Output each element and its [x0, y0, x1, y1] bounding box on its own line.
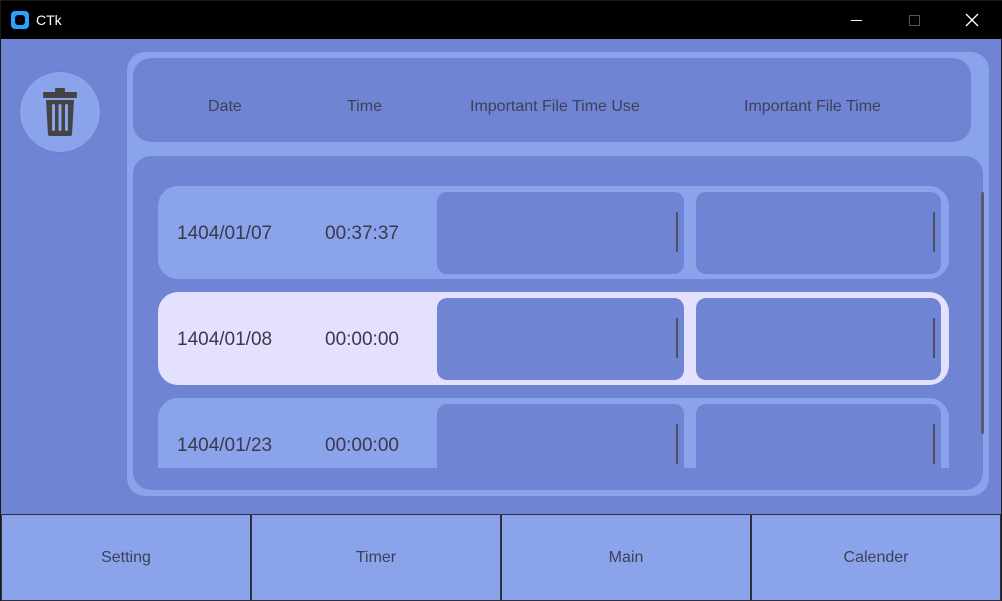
- row-time: 00:37:37: [325, 223, 399, 244]
- window-title: CTk: [36, 12, 62, 28]
- maximize-icon: [908, 14, 920, 26]
- important-file-time-use-field[interactable]: [437, 192, 684, 274]
- table-header: Date Time Important File Time Use Import…: [133, 58, 971, 142]
- important-file-time-field[interactable]: [696, 298, 941, 380]
- close-icon: [965, 13, 979, 27]
- nav-main-button[interactable]: Main: [501, 514, 751, 601]
- close-button[interactable]: [943, 1, 1001, 39]
- table-row[interactable]: 1404/01/07 00:37:37: [158, 186, 949, 279]
- header-important-file-time: Important File Time: [744, 98, 881, 115]
- delete-button[interactable]: [19, 71, 101, 153]
- important-file-time-use-field[interactable]: [437, 298, 684, 380]
- nav-setting-button[interactable]: Setting: [1, 514, 251, 601]
- row-date: 1404/01/07: [177, 223, 273, 244]
- nav-timer-button[interactable]: Timer: [251, 514, 501, 601]
- minimize-icon: [850, 19, 862, 21]
- row-date: 1404/01/23: [177, 435, 273, 456]
- minimize-button[interactable]: [827, 1, 885, 39]
- table-row[interactable]: 1404/01/08 00:00:00: [158, 292, 949, 385]
- app-icon: [11, 11, 29, 29]
- important-file-time-field[interactable]: [696, 404, 941, 468]
- header-important-file-time-use: Important File Time Use: [470, 98, 640, 115]
- app-window: CTk Date Time Important File Time Use Im…: [0, 0, 1002, 601]
- row-date: 1404/01/08: [177, 329, 273, 350]
- table-row[interactable]: 1404/01/23 00:00:00: [158, 398, 949, 468]
- maximize-button[interactable]: [885, 1, 943, 39]
- header-date: Date: [208, 98, 242, 115]
- list-scrollbar[interactable]: [981, 192, 984, 434]
- header-time: Time: [347, 98, 382, 115]
- row-time: 00:00:00: [325, 435, 399, 456]
- nav-calender-button[interactable]: Calender: [751, 514, 1001, 601]
- important-file-time-use-field[interactable]: [437, 404, 684, 468]
- row-time: 00:00:00: [325, 329, 399, 350]
- title-bar[interactable]: CTk: [1, 1, 1002, 39]
- trash-icon: [43, 88, 77, 136]
- bottom-nav: Setting Timer Main Calender: [1, 514, 1002, 601]
- main-panel: Date Time Important File Time Use Import…: [127, 52, 989, 496]
- important-file-time-field[interactable]: [696, 192, 941, 274]
- records-list[interactable]: 1404/01/07 00:37:37 1404/01/08 00:00:00 …: [133, 156, 984, 490]
